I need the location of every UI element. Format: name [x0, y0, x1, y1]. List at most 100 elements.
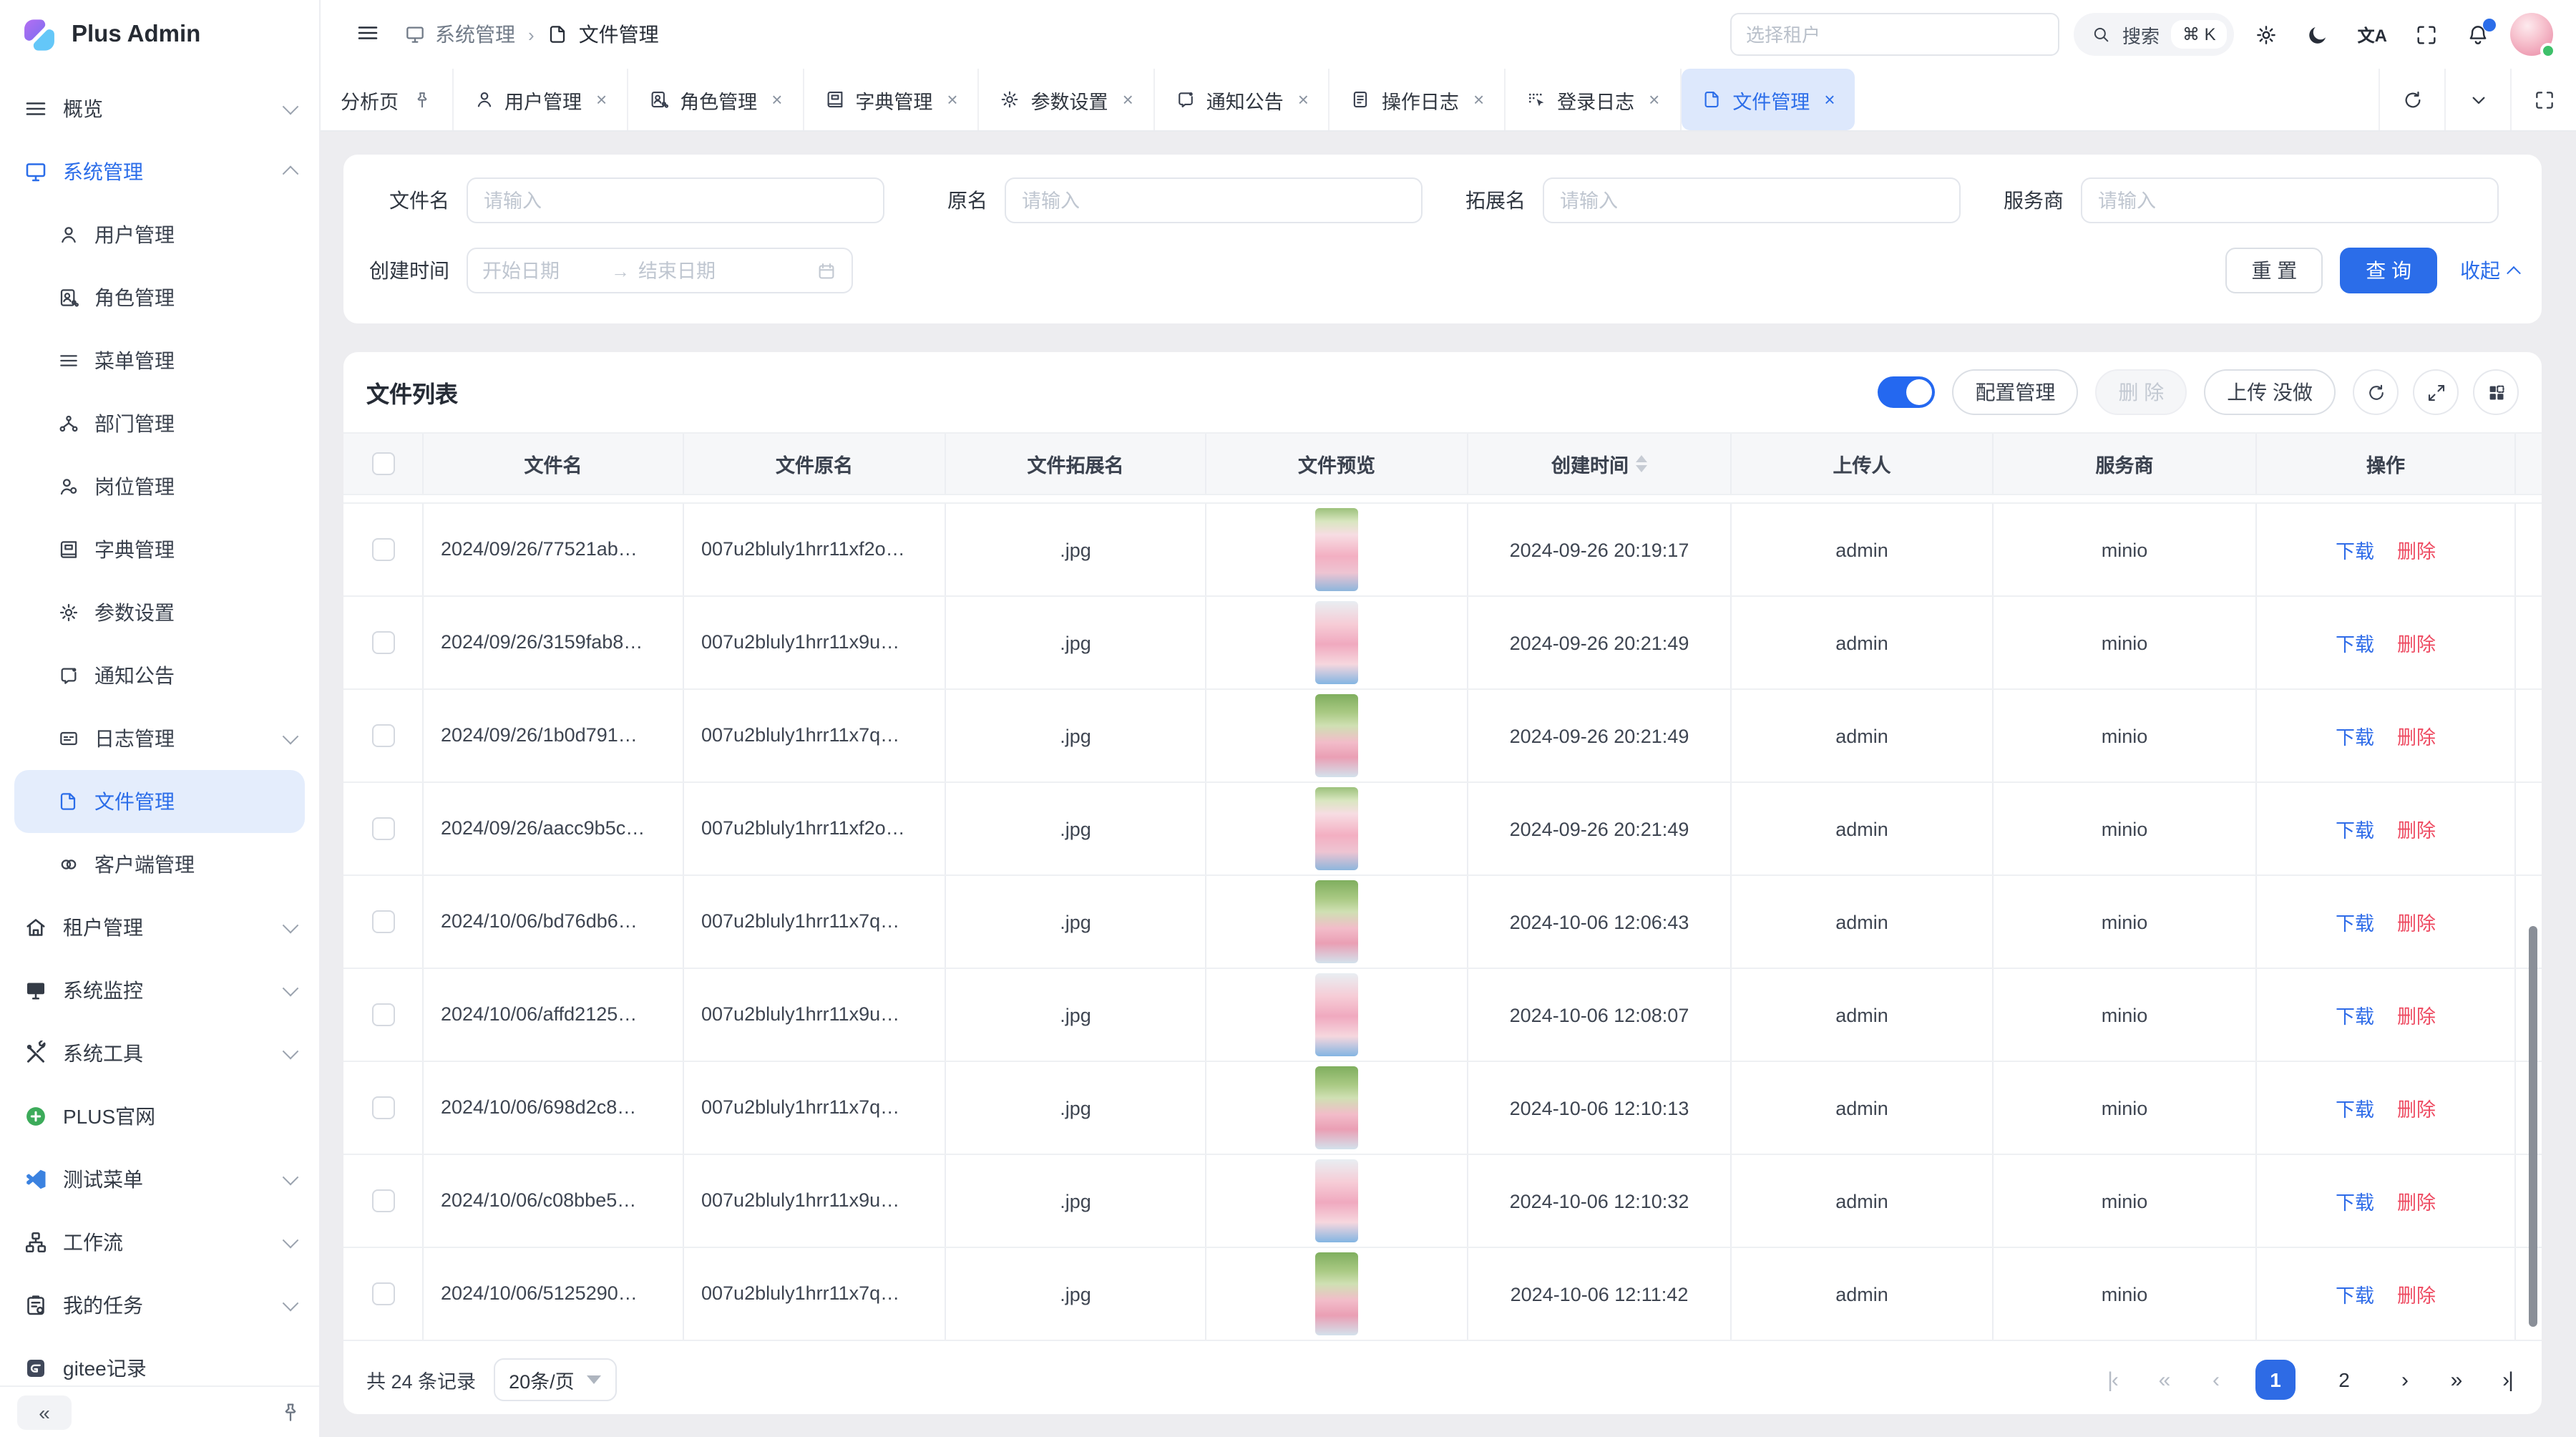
sidebar-subitem-user-mgmt[interactable]: 用户管理	[0, 203, 319, 266]
prev-10-pages-button[interactable]: «	[2152, 1368, 2175, 1392]
row-checkbox[interactable]	[371, 817, 394, 840]
column-header-6[interactable]: 服务商	[1994, 434, 2257, 494]
sidebar-item-plus-site[interactable]: PLUS官网	[0, 1085, 319, 1148]
delete-link[interactable]: 删除	[2397, 1187, 2436, 1215]
sidebar-item-system-admin[interactable]: 系统管理	[0, 140, 319, 203]
column-header-1[interactable]: 文件原名	[684, 434, 946, 494]
global-search-button[interactable]: 搜索 ⌘ K	[2074, 13, 2235, 56]
file-preview-image[interactable]	[1315, 880, 1358, 963]
download-link[interactable]: 下载	[2336, 535, 2374, 564]
row-checkbox[interactable]	[371, 631, 394, 654]
table-row[interactable]: 2024/10/06/5125290… 007u2bluly1hrr11x7q……	[343, 1248, 2542, 1341]
reset-button[interactable]: 重 置	[2225, 248, 2323, 293]
close-icon[interactable]: ×	[1473, 89, 1484, 110]
download-link[interactable]: 下载	[2336, 1280, 2374, 1308]
table-row[interactable]: 2024/10/06/c08bbe5… 007u2bluly1hrr11x9u……	[343, 1155, 2542, 1248]
dark-mode-button[interactable]	[2306, 22, 2331, 47]
sidebar-item-gitee-log[interactable]: gitee记录	[0, 1337, 319, 1385]
first-page-button[interactable]: |‹	[2101, 1368, 2124, 1392]
download-link[interactable]: 下载	[2336, 721, 2374, 750]
file-name-input[interactable]	[467, 177, 884, 223]
sidebar-subitem-post-mgmt[interactable]: 岗位管理	[0, 455, 319, 518]
delete-button[interactable]: 删 除	[2095, 369, 2187, 415]
table-row[interactable]: 2024/09/26/3159fab8… 007u2bluly1hrr11x9u…	[343, 597, 2542, 690]
sidebar-subitem-dept-mgmt[interactable]: 部门管理	[0, 392, 319, 455]
tab-role-mgmt[interactable]: 角色管理×	[628, 69, 804, 130]
hamburger-icon[interactable]	[355, 19, 381, 49]
row-checkbox[interactable]	[371, 724, 394, 747]
page-size-select[interactable]: 20条/页	[493, 1358, 618, 1401]
sidebar-item-tenant-mgmt[interactable]: 租户管理	[0, 896, 319, 959]
close-icon[interactable]: ×	[1123, 89, 1133, 110]
tab-dict-mgmt[interactable]: 字典管理×	[804, 69, 979, 130]
close-icon[interactable]: ×	[596, 89, 607, 110]
row-checkbox[interactable]	[371, 1003, 394, 1026]
tab-analysis[interactable]: 分析页	[321, 69, 453, 130]
settings-button[interactable]	[2255, 22, 2279, 47]
sidebar-collapse-button[interactable]: «	[17, 1395, 72, 1429]
row-checkbox[interactable]	[371, 1282, 394, 1305]
config-management-button[interactable]: 配置管理	[1952, 369, 2078, 415]
origin-name-input[interactable]	[1005, 177, 1423, 223]
column-header-0[interactable]: 文件名	[424, 434, 684, 494]
row-checkbox[interactable]	[371, 1096, 394, 1119]
sidebar-item-workflow[interactable]: 工作流	[0, 1211, 319, 1274]
table-scrollbar[interactable]	[2529, 925, 2537, 1327]
tab-param-settings[interactable]: 参数设置×	[980, 69, 1155, 130]
refresh-button[interactable]	[2379, 69, 2444, 130]
select-all-checkbox[interactable]	[371, 452, 394, 475]
breadcrumb-item-files[interactable]: 文件管理	[547, 20, 659, 49]
avatar[interactable]	[2510, 13, 2553, 56]
column-header-2[interactable]: 文件拓展名	[946, 434, 1206, 494]
delete-link[interactable]: 删除	[2397, 814, 2436, 843]
sidebar-subitem-dict-mgmt[interactable]: 字典管理	[0, 518, 319, 581]
refresh-button[interactable]	[2353, 369, 2399, 415]
sidebar-subitem-log-mgmt[interactable]: 日志管理	[0, 707, 319, 770]
column-header-4[interactable]: 创建时间	[1468, 434, 1732, 494]
close-icon[interactable]: ×	[1824, 89, 1835, 110]
column-settings-button[interactable]	[2473, 369, 2519, 415]
last-page-button[interactable]: ›|	[2496, 1368, 2519, 1392]
download-link[interactable]: 下载	[2336, 907, 2374, 936]
tab-file-mgmt[interactable]: 文件管理×	[1681, 69, 1855, 130]
file-preview-image[interactable]	[1315, 601, 1358, 684]
start-date-input[interactable]	[482, 260, 602, 281]
delete-link[interactable]: 删除	[2397, 1093, 2436, 1122]
upload-button[interactable]: 上传 没做	[2204, 369, 2336, 415]
date-range-picker[interactable]: →	[467, 248, 853, 293]
sidebar-item-system-tools[interactable]: 系统工具	[0, 1022, 319, 1085]
page-1-button[interactable]: 1	[2255, 1360, 2296, 1400]
collapse-tabs-button[interactable]	[2444, 69, 2510, 130]
file-preview-image[interactable]	[1315, 1066, 1358, 1149]
column-header-7[interactable]: 操作	[2257, 434, 2516, 494]
delete-link[interactable]: 删除	[2397, 907, 2436, 936]
sidebar-subitem-role-mgmt[interactable]: 角色管理	[0, 266, 319, 329]
sidebar-item-system-monitor[interactable]: 系统监控	[0, 959, 319, 1022]
download-link[interactable]: 下载	[2336, 1000, 2374, 1029]
prev-page-button[interactable]: ‹	[2204, 1368, 2227, 1392]
close-icon[interactable]: ×	[1298, 89, 1309, 110]
sidebar-subitem-param-settings[interactable]: 参数设置	[0, 581, 319, 644]
next-10-pages-button[interactable]: »	[2444, 1368, 2467, 1392]
pin-icon[interactable]	[279, 1401, 302, 1423]
tenant-select-input[interactable]	[1730, 13, 2059, 56]
sidebar-subitem-menu-mgmt[interactable]: 菜单管理	[0, 329, 319, 392]
sidebar-subitem-notice[interactable]: 通知公告	[0, 644, 319, 707]
page-2-button[interactable]: 2	[2324, 1360, 2364, 1400]
delete-link[interactable]: 删除	[2397, 535, 2436, 564]
file-preview-image[interactable]	[1315, 787, 1358, 870]
close-icon[interactable]: ×	[947, 89, 957, 110]
close-icon[interactable]: ×	[771, 89, 782, 110]
search-button[interactable]: 查 询	[2340, 248, 2437, 293]
download-link[interactable]: 下载	[2336, 1187, 2374, 1215]
sidebar-subitem-client-mgmt[interactable]: 客户端管理	[0, 833, 319, 896]
table-row[interactable]: 2024/09/26/77521ab… 007u2bluly1hrr11xf2o…	[343, 504, 2542, 597]
delete-link[interactable]: 删除	[2397, 1000, 2436, 1029]
translate-button[interactable]: 文A	[2358, 22, 2387, 47]
sidebar-subitem-file-mgmt[interactable]: 文件管理	[14, 770, 305, 833]
table-row[interactable]: 2024/10/06/affd2125… 007u2bluly1hrr11x9u…	[343, 969, 2542, 1062]
file-preview-image[interactable]	[1315, 508, 1358, 591]
provider-input[interactable]	[2081, 177, 2499, 223]
file-preview-image[interactable]	[1315, 1159, 1358, 1242]
breadcrumb-item-system[interactable]: 系统管理	[404, 20, 515, 49]
